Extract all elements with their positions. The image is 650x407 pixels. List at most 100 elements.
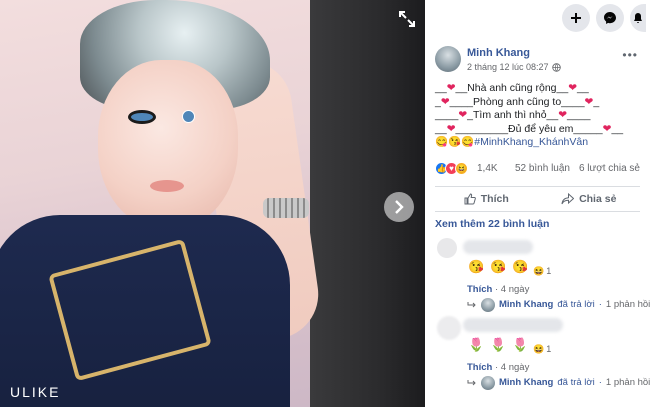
kiss-emoji: 😘 <box>512 259 529 274</box>
avatar <box>481 297 495 312</box>
messenger-button[interactable] <box>596 4 624 32</box>
emoji-row: 😋😘😋 <box>435 136 475 148</box>
line-text: _Tìm anh thì nhỏ__ <box>467 109 559 121</box>
photo-lips <box>150 180 184 192</box>
post-actions: Thích Chia sẻ <box>435 185 641 212</box>
avatar[interactable] <box>435 46 461 72</box>
share-button[interactable]: Chia sẻ <box>538 187 641 211</box>
post-panel: Minh Khang 2 tháng 12 lúc 08:27 ••• __❤_… <box>425 0 650 407</box>
heart-icon: ❤ <box>440 95 450 108</box>
avatar[interactable] <box>437 237 457 258</box>
share-label: Chia sẻ <box>579 192 617 205</box>
next-photo-button[interactable] <box>384 192 414 222</box>
comment: 😘 😘 😘 😆 1 Thích · 4 ngày Minh Khang đã t… <box>425 237 650 312</box>
post-line: 😋😘😋#MinhKhang_KhánhVân <box>435 136 640 150</box>
heart-icon: ❤ <box>568 82 577 94</box>
reply-author: Minh Khang <box>499 377 554 388</box>
reply-text: đã trả lời <box>557 299 595 310</box>
haha-reaction-icon: 😆 <box>455 161 468 175</box>
line-suffix: ____ <box>567 109 591 121</box>
comment-reactions[interactable]: 😆 1 <box>533 266 551 277</box>
line-prefix: ____ <box>435 109 459 121</box>
timestamp-text: 2 tháng 12 lúc 08:27 <box>467 62 549 72</box>
separator: · <box>598 299 602 310</box>
top-bar <box>425 0 650 36</box>
line-prefix: __ <box>435 122 447 135</box>
line-suffix: __ <box>577 82 589 94</box>
comment-meta: Thích · 4 ngày <box>467 284 529 295</box>
like-label: Thích <box>480 192 509 205</box>
reply-arrow-icon <box>467 301 476 307</box>
like-button[interactable]: Thích <box>435 187 538 211</box>
comment-count[interactable]: 52 bình luận <box>515 163 570 174</box>
comment-like-link[interactable]: Thích <box>467 284 492 295</box>
comment-reaction-count: 1 <box>546 266 552 276</box>
reply-text: đã trả lời <box>557 377 595 388</box>
haha-reaction-icon: 😆 <box>533 265 545 276</box>
hashtag-link[interactable]: #MinhKhang_KhánhVân <box>474 136 588 148</box>
commenter-name-blurred[interactable] <box>463 317 563 332</box>
photo-viewer: ULIKE <box>0 0 425 407</box>
line-prefix: __ <box>435 82 447 94</box>
chevron-right-icon <box>395 200 404 214</box>
avatar <box>481 375 495 390</box>
comment-body: 🌷 🌷 🌷 <box>467 336 530 355</box>
notifications-button[interactable] <box>630 4 646 32</box>
reply-count: 1 phản hồi <box>605 377 650 388</box>
view-more-comments-link[interactable]: Xem thêm 22 bình luận <box>435 218 640 230</box>
comment-reaction-count: 1 <box>546 344 552 354</box>
reply-thread-link[interactable]: Minh Khang đã trả lời · 1 phản hồi <box>467 297 650 312</box>
more-options-icon[interactable]: ••• <box>622 48 638 62</box>
reply-author: Minh Khang <box>499 299 554 310</box>
avatar[interactable] <box>437 315 461 340</box>
reply-thread-link[interactable]: Minh Khang đã trả lời · 1 phản hồi <box>467 375 650 390</box>
line-suffix: __ <box>611 122 624 135</box>
comment: 🌷 🌷 🌷 😆 1 Thích · 4 ngày Minh Khang đã t… <box>425 315 650 390</box>
post-line: ____❤_Tìm anh thì nhỏ__❤____ <box>435 109 640 123</box>
haha-reaction-icon: 😆 <box>533 343 545 354</box>
heart-icon: ❤ <box>446 122 456 135</box>
post-header: Minh Khang 2 tháng 12 lúc 08:27 ••• <box>425 44 650 80</box>
comment-reactions[interactable]: 😆 1 <box>533 344 551 355</box>
kiss-emoji: 😘 <box>490 259 507 274</box>
reply-count: 1 phản hồi <box>605 299 650 310</box>
kiss-emoji: 😘 <box>468 259 485 274</box>
post-author[interactable]: Minh Khang <box>467 47 530 59</box>
heart-icon: ❤ <box>458 109 468 121</box>
tulip-emoji: 🌷 <box>468 337 485 352</box>
fullscreen-icon[interactable] <box>398 10 416 28</box>
tulip-emoji: 🌷 <box>490 337 507 352</box>
messenger-icon <box>604 12 616 24</box>
plus-icon <box>571 13 581 23</box>
photo-watermark: ULIKE <box>10 384 61 400</box>
commenter-name-blurred[interactable] <box>463 239 533 254</box>
post-stats: 👍 ♥ 😆 1,4K 52 bình luận 6 lượt chia sẻ <box>435 160 640 182</box>
comment-age[interactable]: 4 ngày <box>501 284 530 295</box>
photo-watch <box>263 198 309 218</box>
line-text: ____Phòng anh cũng to____ <box>449 95 585 108</box>
globe-icon <box>551 62 561 72</box>
bell-icon <box>634 13 642 23</box>
comment-body: 😘 😘 😘 <box>467 258 530 277</box>
reaction-icons[interactable]: 👍 ♥ 😆 <box>435 161 468 175</box>
share-count[interactable]: 6 lượt chia sẻ <box>579 163 640 174</box>
line-text: _________Đủ để yêu em_____ <box>455 122 603 135</box>
line-suffix: _ <box>593 95 600 108</box>
comment-age[interactable]: 4 ngày <box>501 362 530 373</box>
comment-meta: Thích · 4 ngày <box>467 362 529 373</box>
photo-face <box>98 60 238 230</box>
share-icon <box>561 192 575 204</box>
create-button[interactable] <box>562 4 590 32</box>
photo-eye <box>182 110 195 123</box>
photo-eye <box>128 110 156 124</box>
post-timestamp[interactable]: 2 tháng 12 lúc 08:27 <box>467 62 561 72</box>
separator: · <box>598 377 602 388</box>
reaction-count[interactable]: 1,4K <box>477 163 498 174</box>
thumbs-up-icon <box>464 192 476 204</box>
reply-arrow-icon <box>467 379 476 385</box>
comment-like-link[interactable]: Thích <box>467 362 492 373</box>
heart-icon: ❤ <box>446 82 456 94</box>
post-text: __❤__Nhà anh cũng rộng__❤__ _❤____Phòng … <box>425 80 650 150</box>
heart-icon: ❤ <box>558 109 568 121</box>
post-line: __❤_________Đủ để yêu em_____❤__ <box>435 123 640 137</box>
